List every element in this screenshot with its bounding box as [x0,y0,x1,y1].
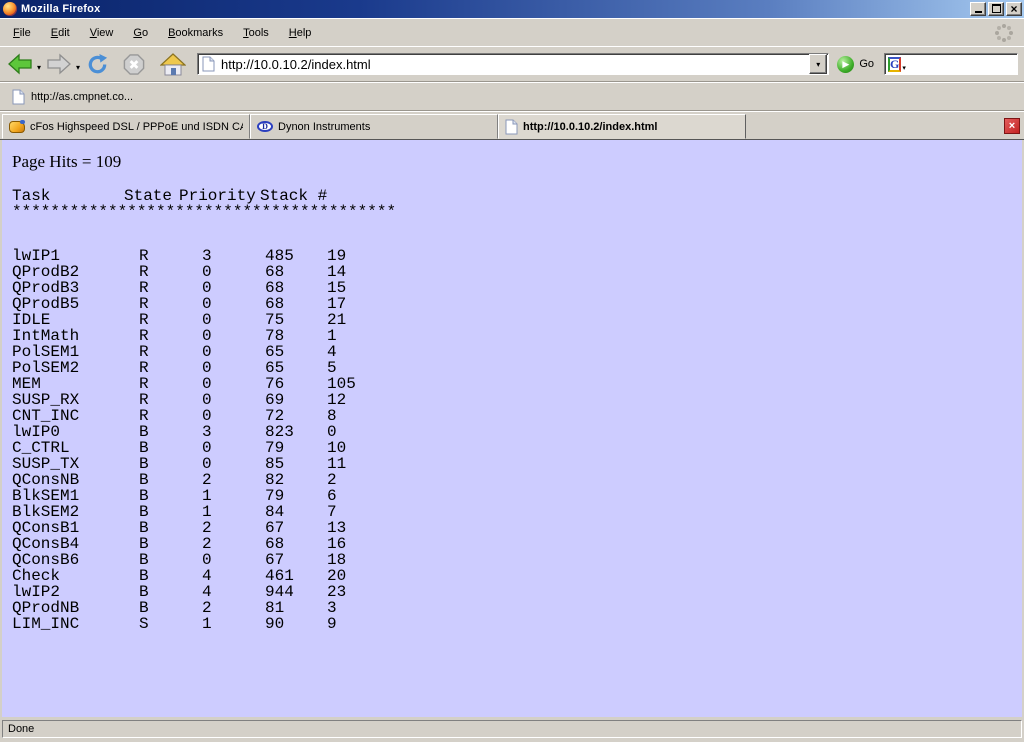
url-bar[interactable]: ▾ [197,53,829,75]
table-row: lwIP0 B 3 823 0 [12,424,1022,440]
navigation-toolbar: ▾ ▾ [0,46,1024,82]
status-text: Done [2,720,1022,738]
restore-icon [992,4,1001,13]
search-input[interactable] [906,56,1024,73]
minimize-button[interactable] [970,2,986,16]
table-row: QConsB6 B 0 67 18 [12,552,1022,568]
menu-help[interactable]: Help [282,24,319,42]
table-row: lwIP1 R 3 485 19 [12,248,1022,264]
table-row: QConsB4 B 2 68 16 [12,536,1022,552]
header-task: Task [12,188,50,204]
table-row: LIM_INC S 1 90 9 [12,616,1022,632]
tab-label: http://10.0.10.2/index.html [523,121,657,133]
table-row: lwIP2 B 4 944 23 [12,584,1022,600]
menu-bar: File Edit View Go Bookmarks Tools Help [0,18,1024,46]
bookmark-item[interactable]: http://as.cmpnet.co... [8,87,137,107]
table-row: MEM R 0 76 105 [12,376,1022,392]
task-table-header: Task State Priority Stack # [12,188,1022,204]
url-dropdown-button[interactable]: ▾ [809,54,827,74]
minimize-icon [975,11,982,13]
header-state: State [124,188,172,204]
close-tab-button[interactable]: × [1004,118,1020,134]
task-table-rows: lwIP1 R 3 485 19 QProdB2 R 0 68 14 QProd… [12,248,1022,632]
home-button[interactable] [159,52,187,77]
table-row: BlkSEM1 B 1 79 6 [12,488,1022,504]
tab-index-active[interactable]: http://10.0.10.2/index.html [498,114,746,139]
tab-label: cFos Highspeed DSL / PPPoE und ISDN CAP.… [30,121,243,133]
status-bar: Done [0,717,1024,742]
table-row: QProdB2 R 0 68 14 [12,264,1022,280]
url-input[interactable] [219,57,809,72]
table-row: CNT_INC R 0 72 8 [12,408,1022,424]
menu-go[interactable]: Go [126,24,155,42]
menu-file[interactable]: File [6,24,38,42]
page-icon [202,56,215,72]
page-hits-text: Page Hits = 109 [12,152,1022,172]
tab-cfos[interactable]: cFos Highspeed DSL / PPPoE und ISDN CAP.… [2,114,250,139]
bookmark-label: http://as.cmpnet.co... [31,91,133,103]
table-row: BlkSEM2 B 1 84 7 [12,504,1022,520]
menu-view[interactable]: View [83,24,121,42]
go-icon: ▶ [837,56,854,73]
stop-button[interactable] [121,52,147,77]
back-button[interactable] [6,52,34,76]
title-bar: Mozilla Firefox × [0,0,1024,18]
task-table: Task State Priority Stack # ************… [12,188,1022,632]
page-icon [12,89,25,105]
go-button[interactable]: ▶ Go [837,56,874,73]
go-label: Go [859,58,874,70]
close-icon: × [1010,3,1017,15]
window-title: Mozilla Firefox [21,3,100,15]
table-row: PolSEM1 R 0 65 4 [12,344,1022,360]
table-row: SUSP_RX R 0 69 12 [12,392,1022,408]
table-row: QConsB1 B 2 67 13 [12,520,1022,536]
menu-bookmarks[interactable]: Bookmarks [161,24,230,42]
restore-button[interactable] [988,2,1004,16]
dynon-icon: D [257,121,273,132]
home-icon [160,53,186,76]
header-priority: Priority [179,188,256,204]
throbber-icon [994,23,1014,43]
tab-dynon[interactable]: D Dynon Instruments [250,114,498,139]
page-content: Page Hits = 109 Task State Priority Stac… [0,140,1024,717]
table-row: C_CTRL B 0 79 10 [12,440,1022,456]
close-button[interactable]: × [1006,2,1022,16]
forward-arrow-icon [46,53,72,75]
stop-icon [122,53,146,76]
header-stack: Stack # [260,188,327,204]
table-row: QConsNB B 2 82 2 [12,472,1022,488]
browser-window: Mozilla Firefox × File Edit View Go Book… [0,0,1024,742]
google-icon: G [888,57,901,72]
reload-button[interactable] [84,52,111,77]
menu-tools[interactable]: Tools [236,24,276,42]
table-row: QProdB5 R 0 68 17 [12,296,1022,312]
menu-edit[interactable]: Edit [44,24,77,42]
firefox-icon [3,2,17,16]
table-row: QProdNB B 2 81 3 [12,600,1022,616]
table-row: QProdB3 R 0 68 15 [12,280,1022,296]
back-arrow-icon [7,53,33,75]
reload-icon [85,53,110,76]
table-row: IntMath R 0 78 1 [12,328,1022,344]
table-row: Check B 4 461 20 [12,568,1022,584]
task-table-separator: **************************************** [12,204,1022,220]
back-dropdown-icon[interactable]: ▾ [37,63,41,72]
tab-bar: cFos Highspeed DSL / PPPoE und ISDN CAP.… [0,111,1024,140]
table-row: IDLE R 0 75 21 [12,312,1022,328]
forward-button[interactable] [45,52,73,76]
table-row: SUSP_TX B 0 85 11 [12,456,1022,472]
forward-dropdown-icon[interactable]: ▾ [76,63,80,72]
bookmarks-bar: http://as.cmpnet.co... [0,82,1024,111]
search-box[interactable]: G ▾ [884,53,1018,75]
table-row: PolSEM2 R 0 65 5 [12,360,1022,376]
page-icon [505,119,518,135]
cfos-icon [9,121,25,133]
tab-label: Dynon Instruments [278,121,370,133]
